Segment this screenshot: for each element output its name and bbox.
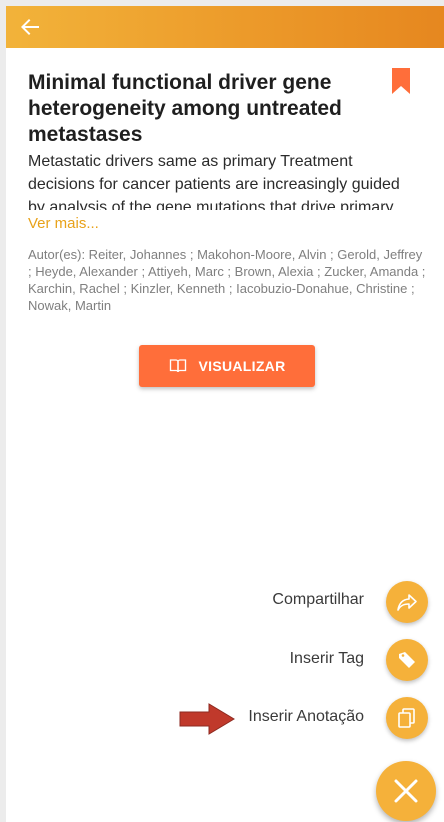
bookmark-button[interactable] — [392, 68, 410, 94]
arrow-left-icon — [21, 19, 39, 35]
share-label[interactable]: Compartilhar — [164, 591, 364, 609]
top-app-bar — [6, 6, 444, 48]
book-open-icon — [169, 359, 186, 373]
back-button[interactable] — [18, 13, 48, 41]
article-summary: Metastatic drivers same as primary Treat… — [28, 153, 400, 210]
insert-tag-fab[interactable] — [386, 639, 428, 681]
pointer-arrow-annotation — [179, 703, 235, 735]
see-more-link[interactable]: Ver mais... — [28, 215, 99, 232]
copy-icon — [398, 708, 415, 728]
share-icon — [397, 594, 417, 611]
bookmark-icon — [392, 68, 410, 94]
article-authors: Autor(es): Reiter, Johannes ; Makohon-Mo… — [28, 247, 426, 313]
view-button-label: VISUALIZAR — [198, 358, 286, 374]
share-fab[interactable] — [386, 581, 428, 623]
insert-annotation-fab[interactable] — [386, 697, 428, 739]
article-title: Minimal functional driver gene heterogen… — [28, 71, 342, 146]
tag-icon — [399, 652, 415, 668]
article-detail-page: Minimal functional driver gene heterogen… — [6, 6, 444, 822]
close-fab[interactable] — [376, 761, 436, 821]
close-icon — [394, 779, 418, 803]
insert-tag-label[interactable]: Inserir Tag — [164, 650, 364, 668]
view-button[interactable]: VISUALIZAR — [139, 345, 315, 387]
